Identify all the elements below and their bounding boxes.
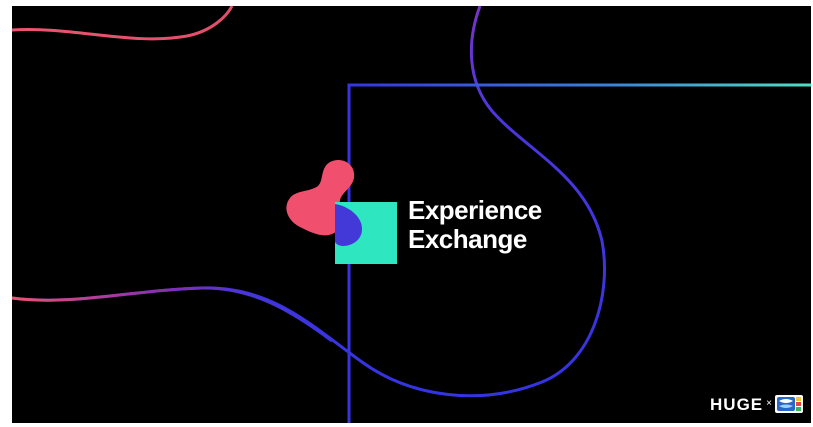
hero-banner: Experience Exchange HUGE × bbox=[12, 6, 811, 423]
brand-wordmark: Experience Exchange bbox=[408, 196, 542, 254]
partner-badge-logo-icon bbox=[775, 395, 803, 413]
curve-lower-left bbox=[12, 286, 333, 343]
curve-top-left bbox=[12, 6, 234, 41]
times-separator: × bbox=[766, 398, 772, 409]
experience-exchange-logo-icon bbox=[286, 159, 397, 264]
partner-lockup: HUGE × bbox=[710, 395, 803, 413]
frame-line bbox=[347, 83, 811, 423]
brand-line-2: Exchange bbox=[408, 224, 527, 254]
huge-logo: HUGE bbox=[710, 394, 764, 414]
brand-line-1: Experience bbox=[408, 195, 542, 225]
